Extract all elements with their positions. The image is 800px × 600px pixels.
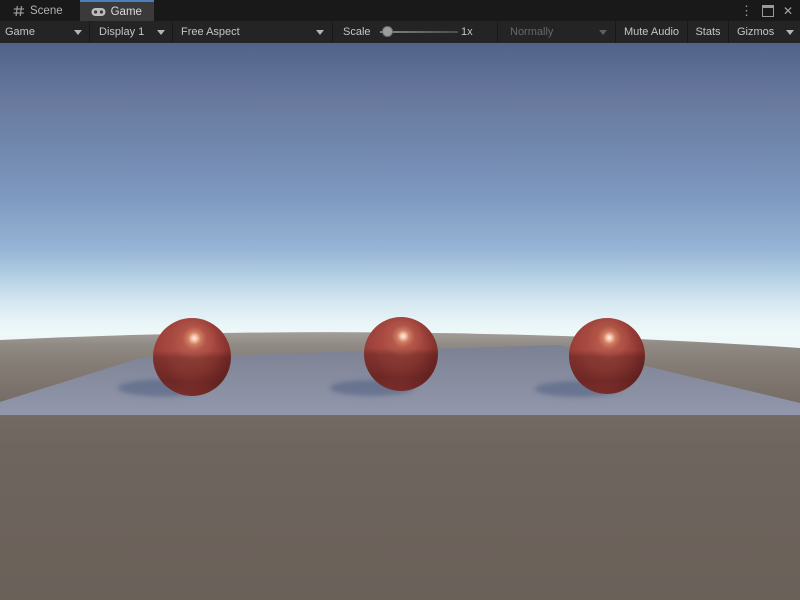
- gizmos-dropdown[interactable]: Gizmos: [729, 21, 800, 43]
- stats-label: Stats: [695, 26, 720, 38]
- aspect-ratio-label: Free Aspect: [181, 26, 240, 38]
- red-sphere-2: [364, 317, 438, 391]
- maximize-icon[interactable]: [762, 5, 774, 17]
- mute-audio-label: Mute Audio: [624, 26, 679, 38]
- game-viewport[interactable]: [0, 43, 800, 600]
- game-menu-label: Game: [5, 26, 35, 38]
- scale-label: Scale: [343, 26, 371, 38]
- scale-control: Scale 1x: [333, 21, 498, 43]
- gamepad-icon: [91, 7, 106, 17]
- game-menu-dropdown[interactable]: Game: [0, 21, 90, 43]
- game-view-toolbar: Game Display 1 Free Aspect Scale 1x Norm…: [0, 21, 800, 43]
- kebab-menu-icon[interactable]: ⋮: [740, 4, 753, 17]
- mute-audio-button[interactable]: Mute Audio: [616, 21, 688, 43]
- close-icon[interactable]: ✕: [783, 5, 793, 17]
- chevron-down-icon: [599, 30, 607, 35]
- scale-value: 1x: [461, 26, 473, 38]
- chevron-down-icon: [74, 30, 82, 35]
- red-sphere-3: [569, 318, 645, 394]
- tab-scene-label: Scene: [30, 5, 63, 17]
- window-controls: ⋮ ✕: [740, 0, 800, 21]
- stats-button[interactable]: Stats: [688, 21, 729, 43]
- play-mode-label: Normally: [510, 26, 553, 38]
- tab-game-label: Game: [111, 6, 142, 18]
- tab-scene[interactable]: Scene: [2, 0, 74, 21]
- grid-icon: [13, 5, 25, 17]
- chevron-down-icon: [786, 30, 794, 35]
- display-dropdown[interactable]: Display 1: [90, 21, 173, 43]
- aspect-ratio-dropdown[interactable]: Free Aspect: [173, 21, 333, 43]
- chevron-down-icon: [157, 30, 165, 35]
- play-mode-dropdown: Normally: [498, 21, 616, 43]
- chevron-down-icon: [316, 30, 324, 35]
- tab-game[interactable]: Game: [80, 0, 154, 21]
- window-tab-bar: Scene Game ⋮ ✕: [0, 0, 800, 21]
- scale-slider-thumb[interactable]: [382, 26, 393, 37]
- red-sphere-1: [153, 318, 231, 396]
- display-label: Display 1: [99, 26, 144, 38]
- gizmos-label: Gizmos: [737, 26, 774, 38]
